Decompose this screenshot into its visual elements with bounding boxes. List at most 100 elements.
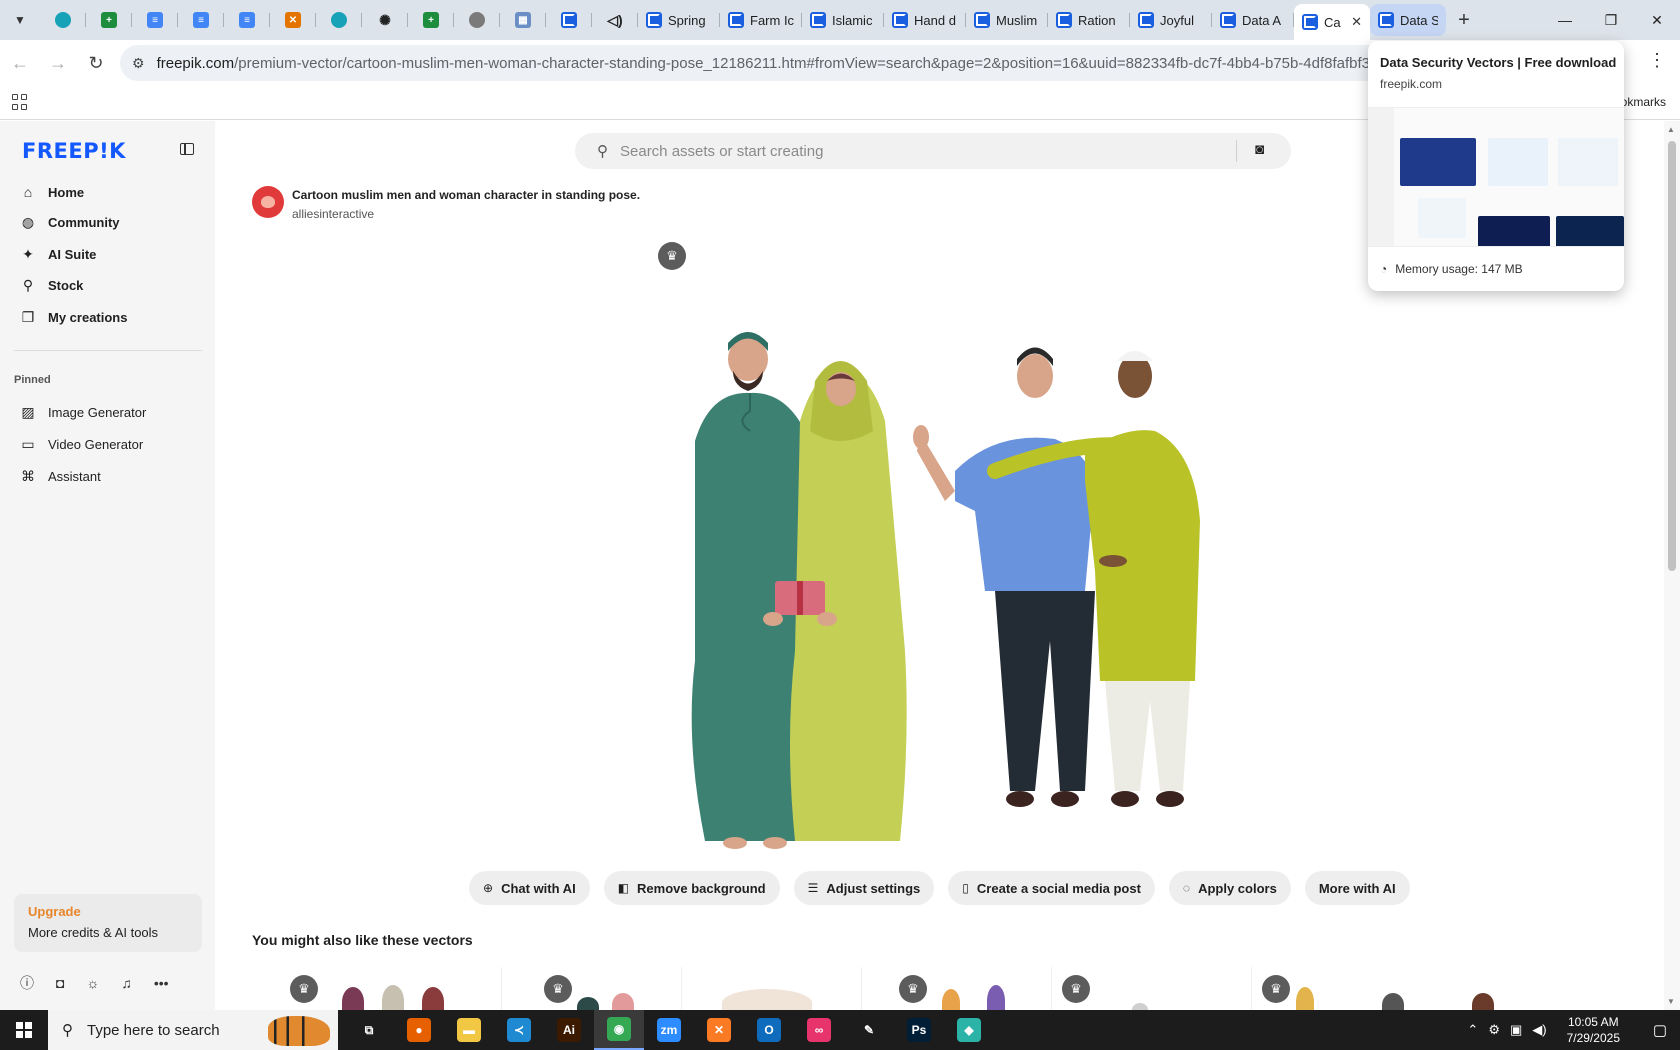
tray-settings-icon[interactable]: ⚙: [1488, 1022, 1500, 1038]
scrollbar-thumb[interactable]: [1668, 141, 1676, 571]
more-options-icon[interactable]: •••: [154, 975, 169, 991]
browser-tab[interactable]: ≡: [132, 4, 178, 36]
scroll-down-arrow-icon[interactable]: ▼: [1667, 997, 1675, 1006]
taskbar-app-task-view[interactable]: ⧉: [344, 1010, 394, 1050]
related-thumbnail[interactable]: ♛: [502, 967, 682, 1010]
network-icon[interactable]: ▣: [1510, 1022, 1522, 1038]
browser-tab[interactable]: Data A: [1212, 4, 1294, 36]
start-button[interactable]: [0, 1010, 48, 1050]
taskbar-app-vscode[interactable]: ≺: [494, 1010, 544, 1050]
search-input[interactable]: [620, 142, 1220, 160]
taskbar-app-chrome[interactable]: ◉: [594, 1010, 644, 1050]
close-window-button[interactable]: ✕: [1634, 0, 1680, 40]
sidebar-item-assistant[interactable]: ⌘ Assistant: [20, 463, 101, 489]
tab-search-chevron-icon[interactable]: ▼: [6, 6, 34, 34]
remove-background-button[interactable]: ◧ Remove background: [603, 871, 780, 905]
sidebar-item-home[interactable]: ⌂ Home: [20, 179, 84, 205]
related-thumbnail[interactable]: ♛: [1052, 967, 1252, 1010]
browser-tab[interactable]: ✕: [270, 4, 316, 36]
related-thumbnail[interactable]: ♛: [862, 967, 1052, 1010]
browser-tab[interactable]: ◁): [592, 4, 638, 36]
related-thumbnail[interactable]: ♛: [1252, 967, 1652, 1010]
discord-icon[interactable]: ◘: [56, 975, 64, 991]
tray-chevron-icon[interactable]: ⌃: [1467, 1022, 1478, 1038]
asset-author-link[interactable]: alliesinteractive: [292, 207, 374, 221]
adjust-settings-button[interactable]: ☰ Adjust settings: [793, 871, 935, 905]
page-scrollbar[interactable]: ▲ ▼: [1664, 121, 1680, 1010]
sidebar-collapse-icon[interactable]: [180, 143, 194, 155]
camera-search-icon[interactable]: ◙: [1255, 141, 1264, 158]
search-icon: ⚲: [22, 276, 34, 293]
browser-tab[interactable]: Islamic: [802, 4, 884, 36]
browser-tab[interactable]: [454, 4, 500, 36]
browser-tab[interactable]: [546, 4, 592, 36]
browser-tab[interactable]: ▦: [500, 4, 546, 36]
minimize-button[interactable]: —: [1542, 0, 1588, 40]
more-with-ai-button[interactable]: More with AI: [1304, 871, 1410, 905]
browser-tab[interactable]: ≡: [224, 4, 270, 36]
sidebar-item-ai-suite[interactable]: ✦ AI Suite: [20, 241, 96, 267]
browser-tab[interactable]: [316, 4, 362, 36]
related-thumbnail[interactable]: [682, 967, 862, 1010]
social-media-post-button[interactable]: ▯ Create a social media post: [948, 871, 1155, 905]
browser-tab[interactable]: Hand d: [884, 4, 966, 36]
taskbar-search-box[interactable]: ⚲ Type here to search: [48, 1010, 338, 1050]
taskbar-app-illustrator[interactable]: Ai: [544, 1010, 594, 1050]
memory-icon: ◔: [1380, 262, 1388, 276]
browser-tab[interactable]: Ration: [1048, 4, 1130, 36]
taskbar-app-file-explorer[interactable]: ▬: [444, 1010, 494, 1050]
browser-tab[interactable]: +: [408, 4, 454, 36]
volume-icon[interactable]: ◀): [1532, 1022, 1546, 1038]
taskbar-app-creative-cloud[interactable]: ∞: [794, 1010, 844, 1050]
browser-menu-icon[interactable]: ⋮: [1648, 50, 1666, 71]
restore-button[interactable]: ❐: [1588, 0, 1634, 40]
scroll-up-arrow-icon[interactable]: ▲: [1667, 125, 1675, 134]
sidebar-item-stock[interactable]: ⚲ Stock: [20, 272, 84, 298]
browser-tab[interactable]: +: [86, 4, 132, 36]
browser-tab[interactable]: ✺: [362, 4, 408, 36]
sidebar-item-image-generator[interactable]: ▨ Image Generator: [20, 399, 146, 425]
author-avatar[interactable]: [252, 186, 284, 218]
freepik-logo[interactable]: FREEP!K: [22, 139, 126, 163]
related-thumbnail[interactable]: ♛: [252, 967, 502, 1010]
browser-tab[interactable]: Muslim: [966, 4, 1048, 36]
back-button[interactable]: ←: [2, 45, 38, 81]
tab-close-icon[interactable]: ✕: [1351, 14, 1362, 30]
sidebar-item-video-generator[interactable]: ▭ Video Generator: [20, 431, 143, 457]
chat-with-ai-button[interactable]: ⊕ Chat with AI: [469, 871, 590, 905]
notifications-bell-icon[interactable]: ♫: [121, 975, 132, 991]
sidebar-item-community[interactable]: ◍ Community: [20, 209, 120, 235]
related-vectors-heading: You might also like these vectors: [252, 932, 473, 948]
taskbar-app-pen-tool[interactable]: ✎: [844, 1010, 894, 1050]
browser-tab[interactable]: Spring: [638, 4, 720, 36]
new-tab-button[interactable]: +: [1450, 6, 1478, 34]
forward-button[interactable]: →: [40, 45, 76, 81]
zoom-icon: zm: [657, 1018, 681, 1042]
apply-colors-button[interactable]: ◌ Apply colors: [1168, 871, 1291, 905]
notification-center-icon[interactable]: ▢: [1640, 1021, 1680, 1039]
taskbar-app-gem-app[interactable]: ◆: [944, 1010, 994, 1050]
help-icon[interactable]: ⓘ: [20, 973, 34, 993]
taskbar-clock[interactable]: 10:05 AM 7/29/2025: [1567, 1014, 1620, 1046]
asset-search-bar[interactable]: ⚲ ◙: [575, 133, 1291, 169]
apps-grid-icon[interactable]: [12, 94, 28, 110]
taskbar-app-xampp[interactable]: ✕: [694, 1010, 744, 1050]
browser-tab[interactable]: Data S: [1370, 4, 1446, 36]
browser-tab[interactable]: [40, 4, 86, 36]
taskbar-app-firefox[interactable]: ●: [394, 1010, 444, 1050]
browser-tab[interactable]: ≡: [178, 4, 224, 36]
site-settings-icon[interactable]: ⚙: [132, 55, 145, 72]
theme-toggle-icon[interactable]: ☼: [86, 975, 99, 991]
taskbar-app-outlook[interactable]: O: [744, 1010, 794, 1050]
browser-tab[interactable]: Joyful: [1130, 4, 1212, 36]
taskbar-app-zoom[interactable]: zm: [644, 1010, 694, 1050]
freepik-icon: [1138, 12, 1154, 28]
reload-button[interactable]: ↻: [78, 45, 114, 81]
browser-tab[interactable]: Farm Ic: [720, 4, 802, 36]
upgrade-card[interactable]: Upgrade More credits & AI tools: [14, 894, 202, 952]
taskbar-app-photoshop[interactable]: Ps: [894, 1010, 944, 1050]
address-bar[interactable]: ⚙ freepik.com/premium-vector/cartoon-mus…: [120, 45, 1420, 81]
sidebar-item-my-creations[interactable]: ❐ My creations: [20, 304, 128, 330]
all-bookmarks-link[interactable]: okmarks: [1621, 95, 1666, 109]
browser-tab[interactable]: Ca ✕: [1294, 4, 1370, 40]
